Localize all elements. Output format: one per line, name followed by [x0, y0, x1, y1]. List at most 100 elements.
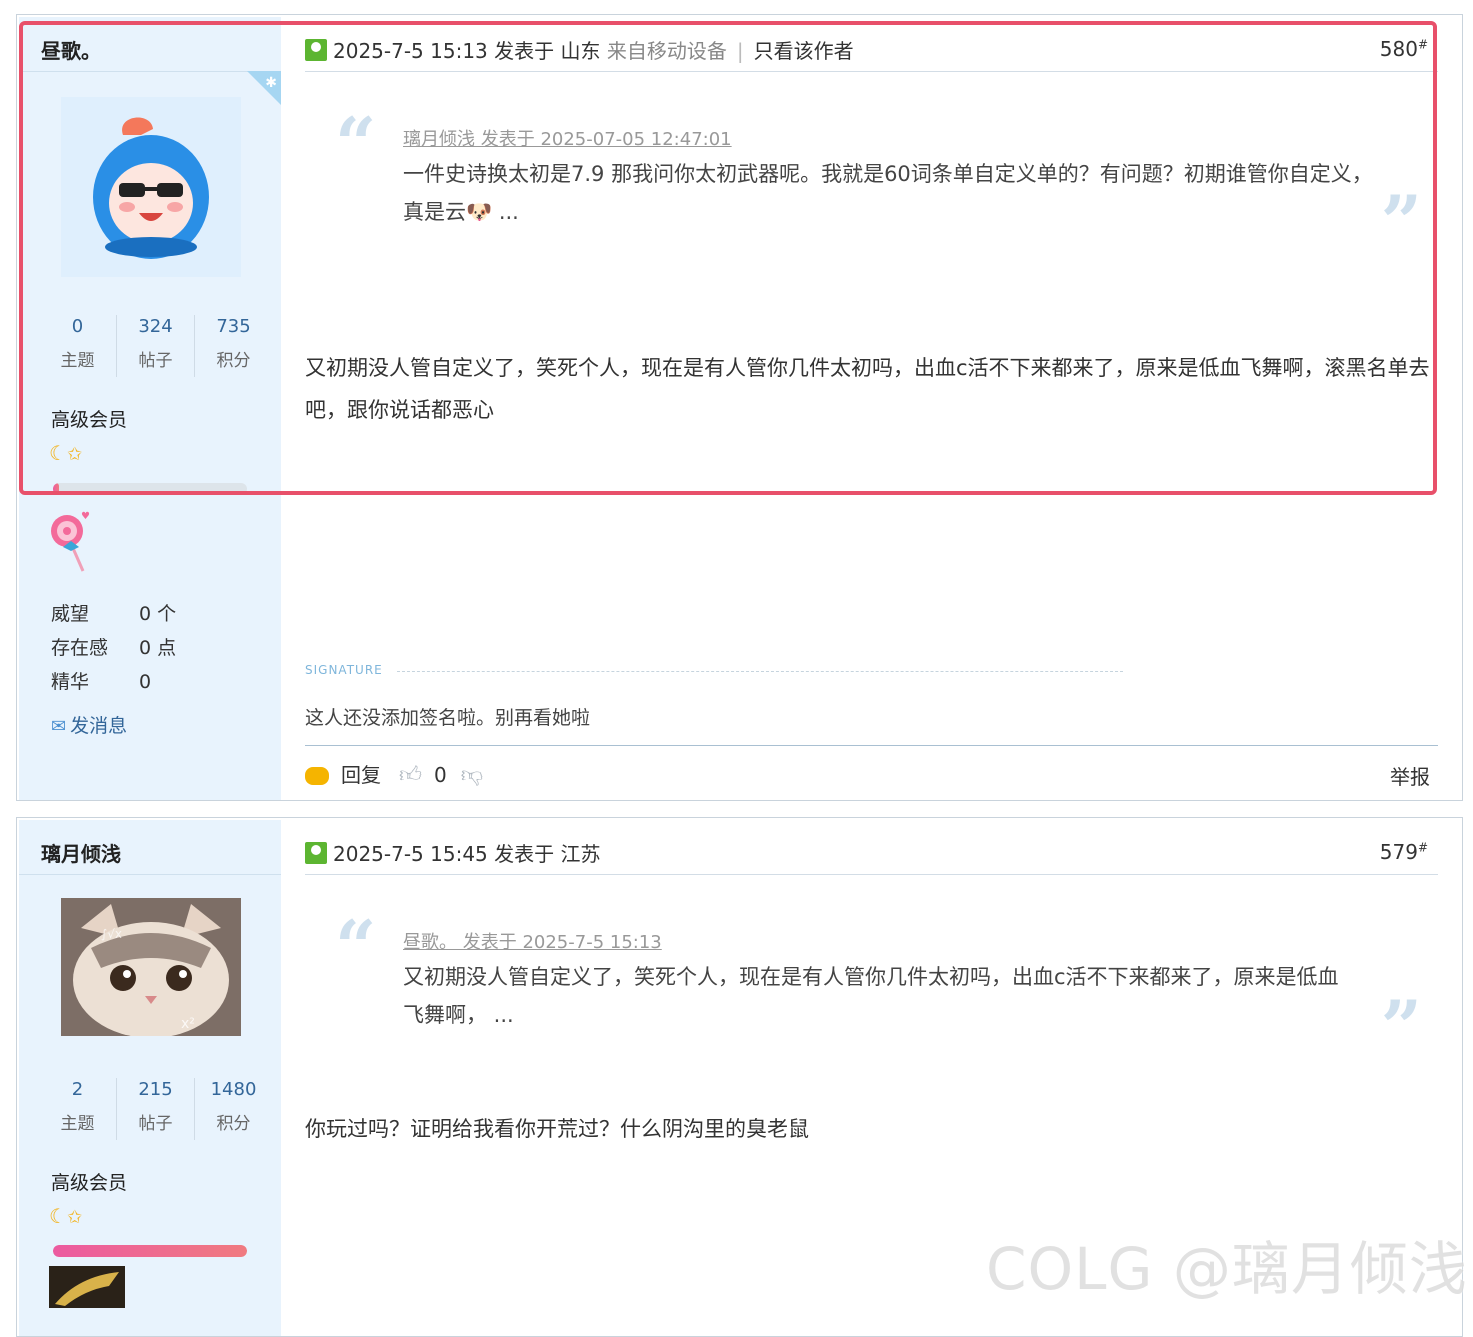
post-location: 山东: [560, 39, 601, 63]
post-date: 2025-7-5 15:45: [333, 842, 488, 866]
stat-threads-count: 0: [71, 316, 84, 337]
stat-points[interactable]: 735 积分: [195, 315, 272, 373]
thumbs-up-icon[interactable]: 👍︎: [399, 763, 422, 788]
author-stats: 0 主题 324 帖子 735 积分: [39, 315, 271, 385]
avatar-image: [61, 97, 241, 277]
post-device: 来自移动设备: [606, 39, 727, 63]
stat-threads[interactable]: 2 主题: [39, 1078, 116, 1136]
author-name[interactable]: 昼歌。: [41, 35, 101, 64]
author-stats: 2 主题 215 帖子 1480 积分: [39, 1078, 271, 1148]
quote-author-link[interactable]: 璃月倾浅 发表于 2025-07-05 12:47:01: [403, 125, 732, 151]
moon-icon: ☾: [49, 1204, 67, 1228]
sidebar-divider: [19, 874, 281, 875]
avatar[interactable]: [61, 97, 241, 277]
stat-points-label: 积分: [216, 1114, 251, 1134]
lollipop-medal-icon[interactable]: ♥: [47, 509, 97, 579]
svg-text:∫√x: ∫√x: [101, 927, 122, 941]
reply-button[interactable]: 回复: [305, 763, 381, 787]
post-actions: 回复 👍︎ 0 👎︎: [305, 759, 483, 788]
watermark: COLG @璃月倾浅: [986, 1235, 1468, 1303]
quote-text: 一件史诗换太初是7.9 那我问你太初武器呢。我就是60词条单自定义单的？有问题？…: [403, 162, 1373, 224]
quote-close-icon: ”: [1380, 984, 1422, 1069]
like-count: 0: [434, 763, 447, 787]
info-key: 精华: [51, 671, 90, 693]
level-progress-fill: [53, 1245, 247, 1257]
stat-posts-label: 帖子: [138, 1114, 173, 1134]
reply-label: 回复: [341, 763, 381, 787]
stat-points-count: 1480: [210, 1079, 257, 1100]
sidebar-divider: [19, 71, 281, 72]
rank-badges: ☾✩: [49, 1204, 82, 1228]
floor-number[interactable]: 579#: [1380, 840, 1428, 864]
info-value: 0: [139, 671, 152, 693]
footer-divider: [305, 745, 1438, 746]
reply-icon: [305, 767, 329, 785]
user-group[interactable]: 高级会员: [51, 1168, 127, 1195]
info-value: 0 点: [139, 637, 177, 659]
envelope-icon: ✉: [51, 716, 67, 737]
signature-text: 这人还没添加签名啦。别再看她啦: [305, 707, 591, 729]
post-message: 又初期没人管自定义了，笑死个人，现在是有人管你几件太初吗，出血c活不下来都来了，…: [305, 356, 1430, 422]
send-message-link[interactable]: ✉ 发消息: [51, 711, 127, 738]
star-icon: ✩: [66, 444, 83, 465]
stat-points-label: 积分: [216, 351, 251, 371]
only-author-link[interactable]: 只看该作者: [754, 39, 854, 63]
author-name[interactable]: 璃月倾浅: [41, 838, 121, 867]
author-sidebar: 昼歌。 ✱ 0 主题 324 帖子 735 积分 高级会员 ☾✩ ♥ 威望 0 …: [19, 17, 281, 800]
svg-text:♥: ♥: [81, 511, 90, 522]
post-content: 2025-7-5 15:13 发表于 山东 来自移动设备 | 只看该作者 580# …: [305, 15, 1438, 800]
header-separator: |: [736, 39, 744, 63]
post-message: 你玩过吗？证明给我看你开荒过？什么阴沟里的臭老鼠: [305, 1117, 809, 1141]
post-date: 2025-7-5 15:13: [333, 39, 488, 63]
signature-label: SIGNATURE: [305, 663, 383, 677]
stat-posts[interactable]: 324 帖子: [117, 315, 194, 373]
author-sidebar: 璃月倾浅 ∫√x x² 2 主题 215 帖子 1480 积分 高级会员 ☾✩: [19, 820, 281, 1336]
stat-posts[interactable]: 215 帖子: [117, 1078, 194, 1136]
info-value: 0 个: [139, 603, 177, 625]
info-digest: 精华 0: [51, 667, 151, 694]
info-prestige: 威望 0 个: [51, 599, 176, 626]
post-580: 昼歌。 ✱ 0 主题 324 帖子 735 积分 高级会员 ☾✩ ♥ 威望 0 …: [16, 14, 1463, 801]
stat-posts-label: 帖子: [138, 351, 173, 371]
send-message-label: 发消息: [70, 715, 128, 737]
stat-points-count: 735: [216, 316, 251, 337]
post-header: 2025-7-5 15:45 发表于 江苏 579#: [305, 838, 1438, 875]
avatar-image: ∫√x x²: [61, 898, 241, 1038]
posted-in-label: 发表于: [494, 39, 555, 63]
stat-threads-label: 主题: [60, 1114, 95, 1134]
level-progress-bar: [53, 1245, 247, 1257]
floor-value: 580: [1379, 37, 1418, 61]
info-presence: 存在感 0 点: [51, 633, 176, 660]
rank-badges: ☾✩: [49, 441, 82, 465]
thumbs-down-icon[interactable]: 👎︎: [461, 763, 483, 788]
user-online-icon: [305, 842, 327, 864]
level-progress-bar: [53, 483, 247, 495]
star-icon: ✩: [66, 1207, 83, 1228]
stat-threads-count: 2: [71, 1079, 84, 1100]
report-button[interactable]: 举报: [1390, 761, 1430, 790]
posted-in-label: 发表于: [494, 842, 555, 866]
level-progress-fill: [53, 483, 59, 495]
moon-icon: ☾: [49, 441, 67, 465]
floor-value: 579: [1379, 840, 1418, 864]
info-key: 威望: [51, 603, 90, 625]
medal-image[interactable]: [49, 1266, 125, 1308]
quote-text: 又初期没人管自定义了，笑死个人，现在是有人管你几件太初吗，出血c活不下来都来了，…: [403, 965, 1339, 1027]
stat-posts-count: 324: [138, 316, 173, 337]
stat-points[interactable]: 1480 积分: [195, 1078, 272, 1136]
stat-threads[interactable]: 0 主题: [39, 315, 116, 373]
quote-open-icon: “: [335, 101, 377, 186]
quote-author-link[interactable]: 昼歌。 发表于 2025-7-5 15:13: [403, 928, 662, 954]
info-key: 存在感: [51, 637, 109, 659]
android-icon: ✱: [265, 75, 277, 91]
post-location: 江苏: [560, 842, 601, 866]
svg-text:x²: x²: [181, 1016, 195, 1032]
stat-posts-count: 215: [138, 1079, 173, 1100]
user-online-icon: [305, 39, 327, 61]
quote-close-icon: ”: [1380, 179, 1422, 264]
avatar[interactable]: ∫√x x²: [61, 898, 241, 1038]
post-header: 2025-7-5 15:13 发表于 山东 来自移动设备 | 只看该作者 580#: [305, 35, 1438, 72]
user-group[interactable]: 高级会员: [51, 405, 127, 432]
signature-divider: [397, 671, 1123, 672]
floor-number[interactable]: 580#: [1380, 37, 1428, 61]
